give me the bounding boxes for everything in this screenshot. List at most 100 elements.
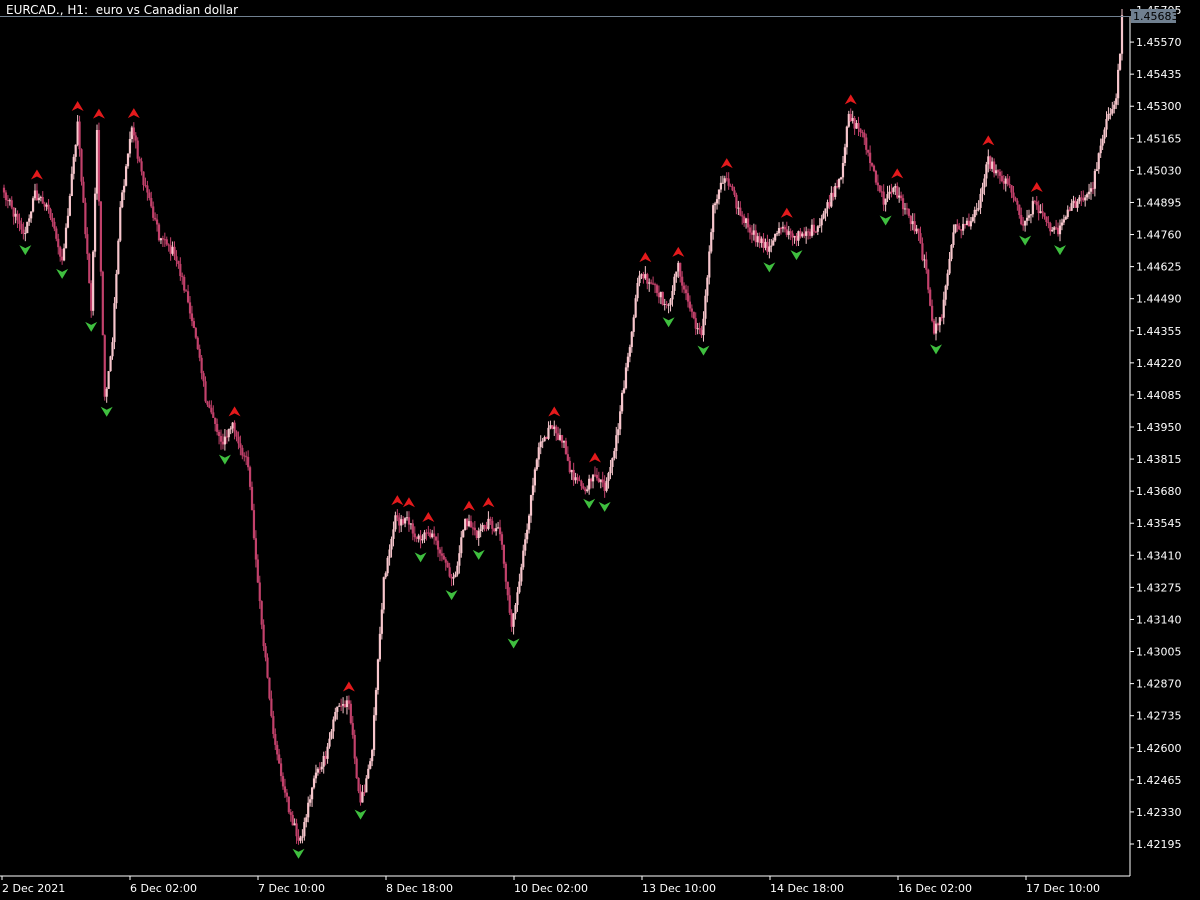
price-tick-label: 1.43005 — [1136, 646, 1182, 659]
candle-body — [105, 388, 108, 397]
candle-body — [898, 195, 901, 198]
price-chart[interactable]: 1.457051.455701.454351.453001.451651.450… — [0, 0, 1200, 900]
candle-body — [26, 221, 29, 234]
candle-body — [403, 518, 407, 524]
candle-body — [834, 185, 837, 197]
candle-body — [59, 247, 62, 257]
candle-body — [506, 581, 509, 596]
candle-body — [24, 233, 27, 235]
candle-body — [1117, 69, 1120, 99]
candle-body — [1018, 204, 1021, 215]
candle-body — [882, 191, 885, 205]
candle-body — [66, 215, 70, 228]
candle-body — [549, 425, 552, 428]
candle-body — [417, 535, 420, 539]
candle-body — [1016, 200, 1019, 205]
candle-body — [462, 529, 465, 538]
candle-body — [235, 431, 238, 437]
candle-body — [679, 262, 682, 277]
candle-body — [648, 282, 651, 284]
candle-body — [872, 165, 876, 172]
candle-body — [229, 428, 232, 430]
candle-body — [758, 236, 761, 244]
candle-body — [289, 812, 292, 815]
candle-body — [405, 517, 409, 519]
candle-body — [605, 480, 608, 491]
candle-body — [378, 633, 381, 660]
candle-body — [318, 768, 321, 770]
candle-body — [537, 447, 540, 460]
candle-body — [580, 481, 583, 487]
candle-body — [111, 342, 114, 357]
candle-body — [748, 227, 752, 233]
candle-body — [745, 218, 748, 224]
price-tick-label: 1.45435 — [1136, 68, 1182, 81]
time-tick-label: 8 Dec 18:00 — [386, 882, 453, 895]
candle-body — [303, 822, 306, 837]
candle-body — [502, 544, 506, 564]
candle-body — [274, 733, 277, 745]
candle-body — [82, 181, 85, 203]
candle-body — [316, 768, 319, 773]
candle-body — [797, 231, 800, 241]
candle-body — [407, 517, 411, 525]
candle-body — [109, 356, 112, 372]
price-tick-label: 1.45030 — [1136, 164, 1182, 177]
candle-body — [334, 711, 337, 720]
candle-body — [1111, 109, 1114, 114]
candle-body — [807, 231, 810, 233]
candle-body — [812, 224, 816, 232]
candle-body — [766, 241, 769, 252]
candle-body — [653, 284, 657, 286]
candle-body — [624, 367, 628, 389]
candle-body — [144, 185, 147, 187]
candle-body — [1039, 211, 1042, 214]
candle-body — [254, 538, 257, 560]
candle-body — [415, 537, 418, 539]
chart-title: EURCAD., H1: euro vs Canadian dollar — [6, 3, 239, 17]
candle-body — [589, 478, 593, 482]
candle-body — [93, 193, 97, 252]
time-tick-label: 2 Dec 2021 — [2, 882, 65, 895]
candle-body — [700, 329, 703, 336]
candle-body — [717, 189, 721, 200]
candle-body — [830, 192, 833, 207]
candle-body — [99, 201, 102, 272]
candle-body — [185, 290, 188, 292]
candle-body — [493, 528, 496, 532]
candle-body — [190, 313, 194, 322]
price-tick-label: 1.44625 — [1136, 261, 1182, 274]
candle-body — [996, 170, 1000, 172]
candle-body — [37, 198, 40, 201]
candle-body — [119, 207, 122, 241]
candle-body — [646, 274, 649, 284]
candle-body — [278, 754, 281, 764]
candle-body — [828, 202, 831, 207]
candle-body — [597, 478, 600, 482]
candle-body — [570, 469, 573, 473]
candle-body — [1066, 209, 1069, 218]
candle-body — [1076, 201, 1079, 208]
candle-body — [1105, 119, 1108, 130]
candle-body — [55, 228, 58, 239]
candle-body — [216, 423, 219, 432]
candle-body — [1070, 203, 1073, 211]
candle-body — [138, 158, 141, 162]
candle-body — [496, 527, 500, 529]
candle-body — [562, 440, 566, 443]
candle-body — [849, 113, 852, 121]
candle-body — [615, 435, 618, 452]
candle-body — [915, 228, 918, 232]
candle-body — [743, 216, 746, 224]
candle-body — [436, 540, 440, 550]
candle-body — [1115, 98, 1118, 105]
candle-body — [39, 197, 42, 199]
candle-body — [239, 443, 242, 448]
candle-body — [622, 388, 626, 393]
candle-body — [541, 441, 544, 443]
candle-body — [531, 485, 535, 496]
candle-body — [520, 567, 523, 582]
candle-body — [669, 299, 672, 305]
candle-body — [791, 233, 794, 238]
candle-body — [349, 703, 352, 724]
